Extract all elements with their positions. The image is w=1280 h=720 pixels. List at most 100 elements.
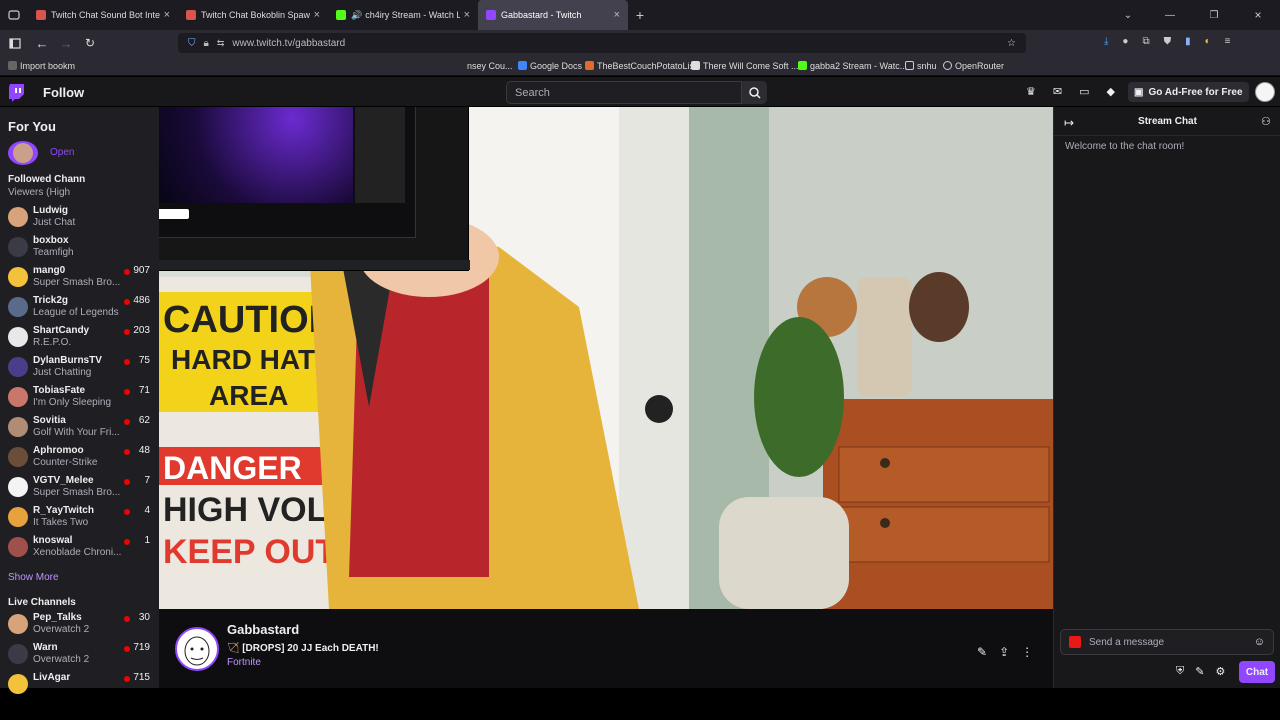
open-link[interactable]: Open bbox=[50, 147, 74, 158]
sidebar-channel-item[interactable]: Warn Overwatch 2 719 bbox=[0, 639, 159, 669]
chat-input[interactable]: Send a message ☺ bbox=[1060, 629, 1274, 655]
new-tab-button[interactable]: + bbox=[628, 7, 652, 23]
sidebar-channel-item[interactable]: LivAgar 715 bbox=[0, 669, 159, 699]
viewer-count: 62 bbox=[138, 415, 150, 426]
sidebar-channel-item[interactable]: R_YayTwitch It Takes Two 4 bbox=[0, 502, 159, 532]
bookmark-item[interactable]: gabba2 Stream - Watc... bbox=[798, 61, 907, 71]
url-text[interactable]: www.twitch.tv/gabbastard bbox=[232, 38, 345, 49]
browser-nav-bar: ← → ↻ ⛉ 🔒︎ ⇆ www.twitch.tv/gabbastard ☆ … bbox=[0, 30, 1280, 56]
recommended-avatar[interactable] bbox=[8, 141, 38, 165]
tab-title: Twitch Chat Sound Bot Integrat bbox=[51, 10, 160, 20]
sidebar-channel-item[interactable]: ShartCandy R.E.P.O. 203 bbox=[0, 322, 159, 352]
forward-button[interactable]: → bbox=[54, 36, 78, 51]
camera-icon bbox=[1069, 636, 1081, 648]
close-window-button[interactable]: × bbox=[1236, 8, 1280, 22]
bookmark-label: Import bookm bbox=[20, 60, 76, 71]
video-player[interactable]: CAUTION HARD HAT AREA DANGER HIGH VOLTAG… bbox=[159, 107, 1053, 609]
sidebar-channel-item[interactable]: TobiasFate I'm Only Sleeping 71 bbox=[0, 382, 159, 412]
speaker-icon[interactable]: 🔊 bbox=[351, 10, 362, 21]
downloads-icon[interactable]: ⤓ bbox=[1104, 36, 1108, 47]
browser-tab[interactable]: 🔊ch4iry Stream - Watch Live × bbox=[328, 0, 478, 30]
bookmark-item[interactable]: Google Docs bbox=[518, 61, 582, 71]
emote-picker-icon[interactable]: ☺ bbox=[1254, 636, 1265, 648]
go-ad-free-button[interactable]: ▣ Go Ad-Free for Free bbox=[1128, 82, 1249, 102]
bookmark-item[interactable]: TheBestCouchPotatoList bbox=[585, 61, 697, 71]
following-link[interactable]: Follow bbox=[43, 85, 84, 100]
close-tab-icon[interactable]: × bbox=[314, 9, 320, 21]
sidebar-toggle-icon[interactable] bbox=[0, 37, 30, 49]
chat-header: Stream Chat bbox=[1138, 116, 1197, 127]
search-input[interactable]: Search bbox=[506, 81, 742, 104]
bookmark-folder[interactable]: snhu bbox=[905, 61, 937, 71]
extension-icon[interactable]: ● bbox=[1122, 36, 1128, 47]
shield-mode-icon[interactable]: ⛨ bbox=[1176, 665, 1184, 678]
bookmark-item[interactable]: Import bookm bbox=[8, 61, 75, 71]
browser-tab[interactable]: Twitch Chat Sound Bot Integrat × bbox=[28, 0, 178, 30]
viewer-count: 75 bbox=[138, 355, 150, 366]
sidebar-channel-item[interactable]: Sovitia Golf With Your Fri... 62 bbox=[0, 412, 159, 442]
chat-send-button[interactable]: Chat bbox=[1239, 661, 1275, 683]
stream-category-link[interactable]: Fortnite bbox=[227, 657, 261, 668]
lock-icon[interactable]: 🔒︎ bbox=[204, 38, 209, 49]
chat-welcome-message: Welcome to the chat room! bbox=[1065, 141, 1185, 152]
shield-icon[interactable]: ⛉ bbox=[188, 38, 196, 49]
ublock-shield-icon[interactable]: ⛊ bbox=[1164, 36, 1172, 47]
inbox-icon[interactable]: ✉ bbox=[1053, 85, 1062, 98]
chat-settings-gear-icon[interactable]: ⚙ bbox=[1215, 665, 1225, 678]
sidebar-channel-item[interactable]: VGTV_Melee Super Smash Bro... 7 bbox=[0, 472, 159, 502]
twitch-logo-icon[interactable] bbox=[8, 83, 26, 102]
sidebar-channel-item[interactable]: DylanBurnsTV Just Chatting 75 bbox=[0, 352, 159, 382]
more-options-icon[interactable]: ⋮ bbox=[1021, 645, 1033, 659]
ad-free-icon: ▣ bbox=[1134, 86, 1144, 98]
reload-button[interactable]: ↻ bbox=[78, 36, 102, 50]
back-button[interactable]: ← bbox=[30, 36, 54, 51]
tab-overflow-chevron-icon[interactable]: ⌄ bbox=[1108, 10, 1148, 21]
tab-title: Twitch Chat Bokoblin Spawner bbox=[201, 10, 310, 20]
whispers-icon[interactable]: ▭ bbox=[1079, 85, 1089, 98]
permissions-icon[interactable]: ⇆ bbox=[217, 38, 225, 49]
site-favicon-icon bbox=[585, 61, 594, 70]
bookmark-item[interactable]: OpenRouter bbox=[943, 61, 1004, 71]
url-bar[interactable]: ⛉ 🔒︎ ⇆ www.twitch.tv/gabbastard ☆ bbox=[178, 33, 1026, 53]
sidebar-channel-item[interactable]: Trick2g League of Legends 486 bbox=[0, 292, 159, 322]
community-users-icon[interactable]: ⚇ bbox=[1261, 115, 1271, 128]
crown-icon[interactable]: ♛ bbox=[1026, 85, 1036, 98]
extension-color-icon[interactable]: ◐ bbox=[1205, 36, 1211, 47]
close-tab-icon[interactable]: × bbox=[164, 9, 170, 21]
channel-avatar bbox=[8, 237, 28, 257]
close-tab-icon[interactable]: × bbox=[614, 9, 620, 21]
share-icon[interactable]: ⇪ bbox=[999, 645, 1009, 659]
sidebar-channel-item[interactable]: mang0 Super Smash Bro... 907 bbox=[0, 262, 159, 292]
bookmark-item[interactable]: There Will Come Soft ... bbox=[691, 61, 799, 71]
sidebar-channel-item[interactable]: Ludwig Just Chat bbox=[0, 202, 159, 232]
sidebar-channel-item[interactable]: Aphromoo Counter-Strike 48 bbox=[0, 442, 159, 472]
search-button[interactable] bbox=[742, 81, 767, 104]
extensions-puzzle-icon[interactable]: ⧉ bbox=[1142, 36, 1149, 47]
channel-game: I'm Only Sleeping bbox=[33, 397, 112, 408]
edit-icon[interactable]: ✎ bbox=[1195, 665, 1204, 678]
minimize-window-button[interactable]: — bbox=[1148, 10, 1192, 21]
extension-page-icon[interactable]: ▮ bbox=[1185, 36, 1191, 47]
edit-pencil-icon[interactable]: ✎ bbox=[977, 645, 987, 659]
overlay-banner bbox=[159, 107, 353, 203]
app-menu-icon[interactable]: ≡ bbox=[1225, 36, 1231, 47]
bits-icon[interactable]: ◆ bbox=[1107, 85, 1115, 98]
channel-avatar bbox=[8, 644, 28, 664]
live-indicator-icon bbox=[124, 269, 130, 275]
bookmark-star-icon[interactable]: ☆ bbox=[1007, 38, 1016, 49]
sidebar-channel-item[interactable]: boxbox Teamfigh bbox=[0, 232, 159, 262]
channel-game: Xenoblade Chroni... bbox=[33, 547, 121, 558]
tab-list-icon[interactable] bbox=[0, 9, 28, 21]
bookmark-item[interactable]: nsey Cou... bbox=[467, 61, 513, 71]
browser-tab-active[interactable]: Gabbastard - Twitch × bbox=[478, 0, 628, 30]
svg-text:CAUTION: CAUTION bbox=[163, 299, 336, 341]
channel-avatar[interactable] bbox=[175, 627, 219, 671]
close-tab-icon[interactable]: × bbox=[464, 9, 470, 21]
user-avatar[interactable] bbox=[1255, 82, 1275, 102]
show-more-link[interactable]: Show More bbox=[8, 572, 59, 583]
restore-window-button[interactable]: ❐ bbox=[1192, 10, 1236, 21]
sidebar-channel-item[interactable]: knoswal Xenoblade Chroni... 1 bbox=[0, 532, 159, 562]
sidebar-channel-item[interactable]: Pep_Talks Overwatch 2 30 bbox=[0, 609, 159, 639]
channel-name[interactable]: Gabbastard bbox=[227, 622, 299, 637]
browser-tab[interactable]: Twitch Chat Bokoblin Spawner × bbox=[178, 0, 328, 30]
